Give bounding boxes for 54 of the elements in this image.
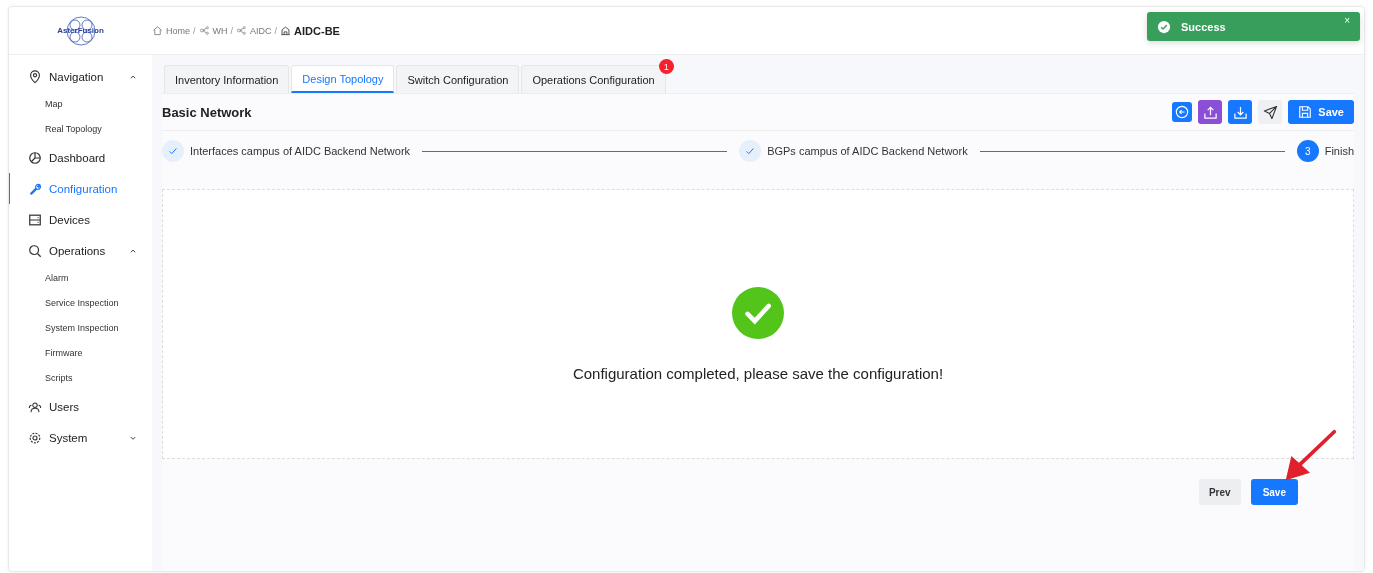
sidebar-subitem[interactable]: Scripts: [9, 366, 152, 391]
home-icon: [152, 25, 163, 36]
toast-message: Success: [1181, 20, 1227, 33]
sidebar-item[interactable]: Operations: [9, 235, 152, 266]
send-button[interactable]: [1258, 100, 1283, 124]
prev-button[interactable]: Prev: [1198, 479, 1241, 505]
download-icon: [1232, 104, 1248, 120]
step-number: 3: [1296, 140, 1319, 162]
sidebar-subitem[interactable]: Service Inspection: [9, 291, 152, 316]
upload-icon: [1202, 104, 1218, 120]
check-icon: [167, 145, 179, 157]
settings-icon: [28, 430, 42, 445]
step-title: Finish: [1324, 145, 1354, 157]
sidebar-item[interactable]: Navigation: [9, 61, 152, 92]
panel-title: Basic Network: [162, 104, 252, 120]
users-icon: [28, 399, 42, 414]
sidebar-subitem[interactable]: Firmware: [9, 341, 152, 366]
back-icon: [1175, 105, 1190, 119]
success-check-icon: [732, 286, 784, 339]
tab[interactable]: Design Topology: [291, 65, 395, 93]
sidebar-item[interactable]: Dashboard: [9, 142, 152, 173]
step-title: BGPs campus of AIDC Backend Network: [767, 145, 968, 157]
location-pin-icon: [28, 69, 42, 84]
breadcrumb-separator: /: [193, 25, 196, 36]
step-title: Interfaces campus of AIDC Backend Network: [190, 145, 411, 157]
building-icon: [280, 25, 292, 36]
pie-chart-icon: [28, 150, 42, 165]
breadcrumb-separator: /: [230, 25, 234, 36]
send-icon: [1262, 104, 1278, 120]
save-button[interactable]: Save: [1250, 479, 1298, 505]
tab[interactable]: Switch Configuration: [396, 65, 520, 93]
sidebar-item[interactable]: Users: [9, 391, 152, 422]
breadcrumb-link[interactable]: AIDC: [250, 25, 272, 36]
check-icon: [744, 145, 757, 157]
sidebar-subitem[interactable]: System Inspection: [9, 316, 152, 341]
sidebar-subitem[interactable]: Real Topology: [9, 117, 152, 142]
tab[interactable]: Inventory Information: [164, 65, 290, 93]
download-button[interactable]: [1228, 100, 1253, 124]
upload-button[interactable]: [1198, 100, 1223, 124]
sidebar-item[interactable]: System: [9, 422, 152, 453]
breadcrumb-link[interactable]: Home: [166, 25, 190, 36]
breadcrumb-link[interactable]: WH: [212, 25, 228, 36]
result-message: Configuration completed, please save the configuration!: [572, 364, 944, 382]
sidebar-subitem[interactable]: Alarm: [9, 266, 152, 291]
network-icon: [198, 25, 210, 36]
check-circle-icon: [1157, 19, 1171, 34]
back-button[interactable]: [1172, 102, 1193, 122]
save-button[interactable]: Save: [1288, 100, 1354, 124]
network-icon: [236, 25, 248, 36]
sidebar-subitem[interactable]: Map: [9, 92, 152, 117]
search-icon: [28, 243, 42, 258]
breadcrumb-separator: /: [274, 25, 278, 36]
server-icon: [28, 212, 42, 227]
sidebar-item[interactable]: Devices: [9, 204, 152, 235]
